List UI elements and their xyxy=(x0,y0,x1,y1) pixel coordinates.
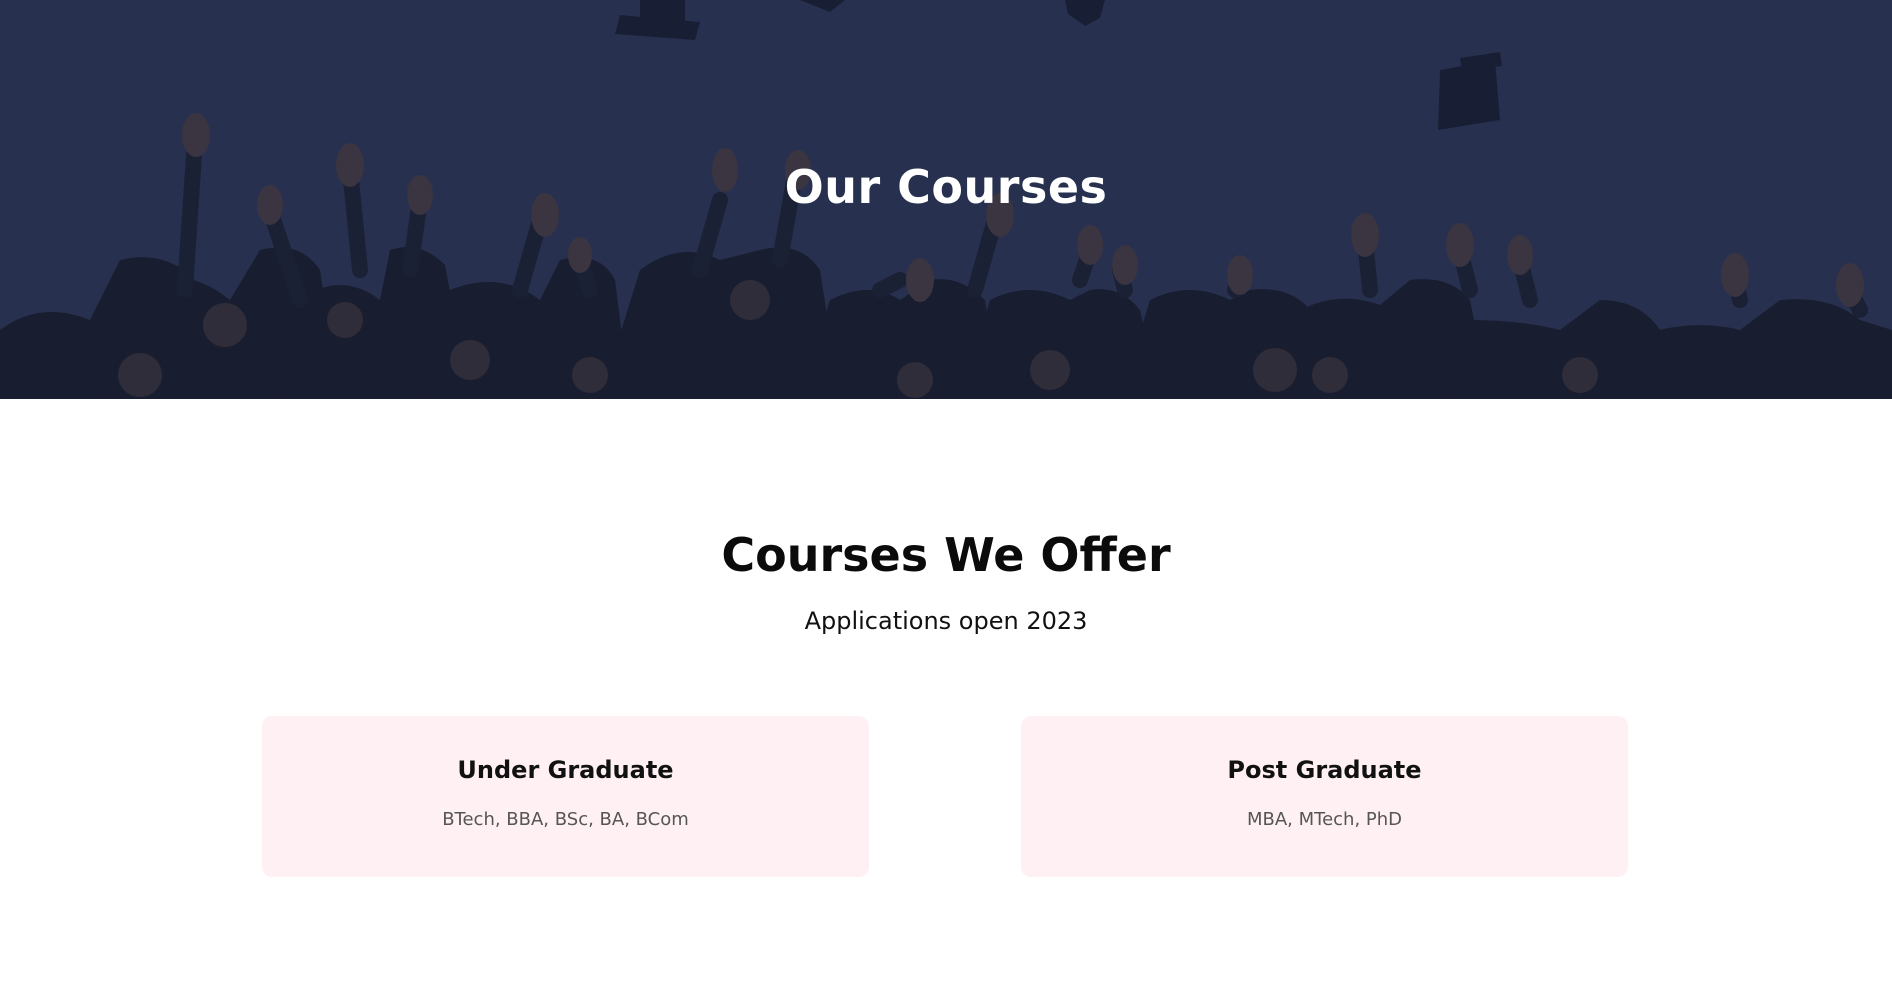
course-card-under-graduate[interactable]: Under Graduate BTech, BBA, BSc, BA, BCom xyxy=(262,716,869,877)
card-description: MBA, MTech, PhD xyxy=(1246,809,1403,830)
courses-page: Our Courses Courses We Offer Application… xyxy=(0,0,1892,988)
hero-banner: Our Courses xyxy=(0,0,1892,399)
section-subtitle: Applications open 2023 xyxy=(804,607,1088,635)
hero-title: Our Courses xyxy=(784,160,1108,214)
card-title: Under Graduate xyxy=(457,756,674,784)
section-title: Courses We Offer xyxy=(721,528,1171,582)
course-card-post-graduate[interactable]: Post Graduate MBA, MTech, PhD xyxy=(1021,716,1628,877)
card-description: BTech, BBA, BSc, BA, BCom xyxy=(442,809,689,830)
card-title: Post Graduate xyxy=(1227,756,1422,784)
